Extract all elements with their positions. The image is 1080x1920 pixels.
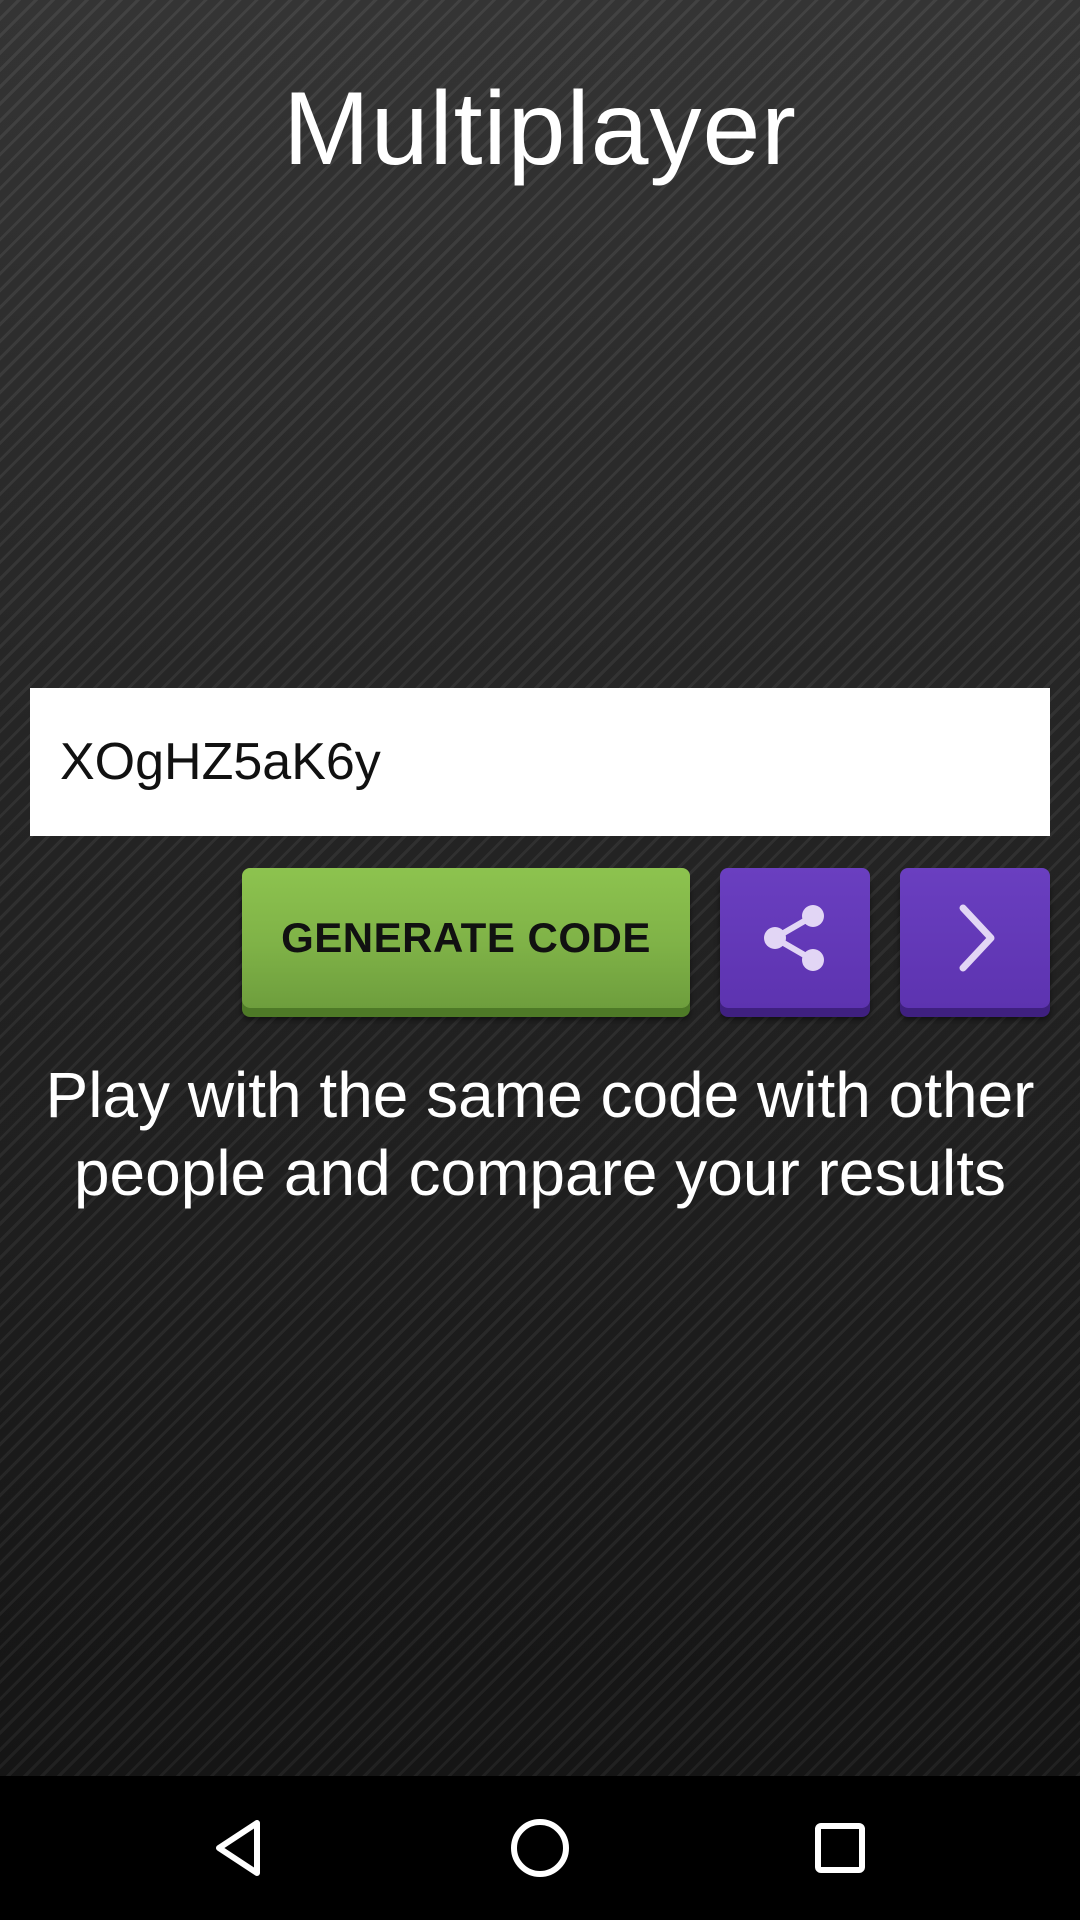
multiplayer-screen: Multiplayer GENERATE CODE Play with the … — [0, 0, 1080, 1776]
nav-home-button[interactable] — [460, 1776, 620, 1920]
description-text: Play with the same code with other peopl… — [45, 1059, 1035, 1209]
system-navigation-bar — [0, 1776, 1080, 1920]
share-button[interactable] — [720, 868, 870, 1008]
nav-back-button[interactable] — [160, 1776, 320, 1920]
chevron-right-icon — [959, 904, 995, 972]
share-icon — [764, 905, 824, 971]
page-title: Multiplayer — [283, 71, 797, 187]
home-circle-icon — [511, 1819, 569, 1877]
generate-code-label: GENERATE CODE — [281, 914, 651, 961]
back-triangle-icon — [216, 1820, 260, 1876]
recents-square-icon — [815, 1823, 865, 1873]
nav-recents-button[interactable] — [760, 1776, 920, 1920]
generate-code-button[interactable]: GENERATE CODE — [242, 868, 690, 1008]
code-input[interactable] — [30, 688, 1050, 836]
next-button[interactable] — [900, 868, 1050, 1008]
